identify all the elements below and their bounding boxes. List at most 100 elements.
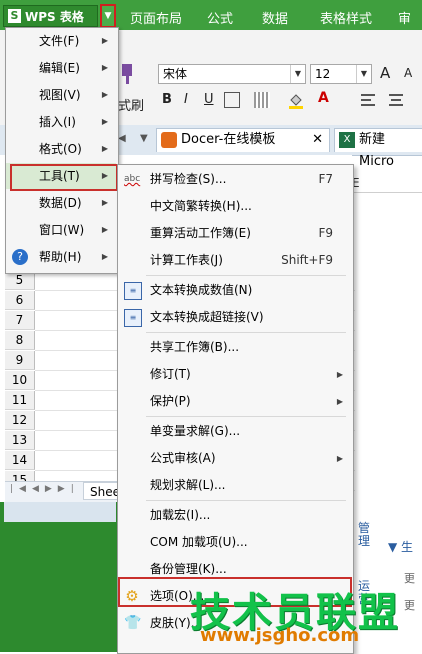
main-menu-item[interactable]: 编辑(E) ▶ xyxy=(6,55,116,81)
tools-menu-item-label: 共享工作簿(B)... xyxy=(150,340,240,354)
tab-page-layout[interactable]: 页面布局 xyxy=(130,8,182,27)
tools-menu-item[interactable]: 单变量求解(G)... xyxy=(118,418,351,445)
tools-menu-item-label: 计算工作表(J) xyxy=(150,253,223,267)
row-header[interactable]: 10 xyxy=(5,371,35,390)
close-icon[interactable]: ✕ xyxy=(312,129,323,151)
tools-menu-item-label: 文本转换成超链接(V) xyxy=(150,310,264,324)
row-header[interactable]: 9 xyxy=(5,351,35,370)
tools-menu-item[interactable]: 规划求解(L)... xyxy=(118,472,351,499)
tools-menu-item[interactable]: ≡ 文本转换成超链接(V) xyxy=(118,304,351,331)
main-menu-item-label: 视图(V) xyxy=(39,88,81,102)
shortcut-label: Shift+F9 xyxy=(281,253,333,267)
tools-menu-item-label: 修订(T) xyxy=(150,367,191,381)
tools-menu-item[interactable]: 中文简繁转换(H)... xyxy=(118,193,351,220)
align-center-icon[interactable] xyxy=(388,92,406,108)
help-icon: ? xyxy=(12,249,28,265)
doc-tab-new-workbook[interactable]: X 新建 Micro xyxy=(334,128,422,169)
grid-divider xyxy=(352,192,422,193)
tab-scroll-left-icon[interactable]: ◀ xyxy=(118,133,126,144)
format-painter-label[interactable]: 式刷 xyxy=(118,95,144,114)
chevron-down-icon: ▼ xyxy=(356,65,371,83)
watermark-url: www.jsgho.com xyxy=(200,625,360,646)
wps-app-menu-button[interactable]: S WPS 表格 xyxy=(3,5,98,27)
submenu-arrow-icon: ▶ xyxy=(101,198,108,207)
font-color-icon[interactable]: A xyxy=(318,90,329,106)
row-header[interactable]: 12 xyxy=(5,411,35,430)
shortcut-label: F9 xyxy=(318,226,333,240)
main-menu-item-label: 文件(F) xyxy=(39,34,80,48)
align-left-icon[interactable] xyxy=(360,92,378,108)
tools-menu-item-label: 拼写检查(S)... xyxy=(150,172,227,186)
row-header[interactable]: 8 xyxy=(5,331,35,350)
doc-tab-docer[interactable]: Docer-在线模板 ✕ xyxy=(156,128,330,152)
app-menu-dropdown-button[interactable]: ▼ xyxy=(100,4,116,28)
tools-menu-item[interactable]: 修订(T) ▶ xyxy=(118,361,351,388)
row-header[interactable]: 11 xyxy=(5,391,35,410)
tools-menu-item[interactable]: 共享工作簿(B)... xyxy=(118,334,351,361)
submenu-arrow-icon: ▶ xyxy=(336,370,343,379)
main-menu-item[interactable]: 视图(V) ▶ xyxy=(6,82,116,108)
task-pane-item-2[interactable]: 更 xyxy=(404,570,415,586)
font-size-select[interactable]: 12 ▼ xyxy=(310,64,372,84)
cell-style-icon[interactable] xyxy=(254,92,270,108)
window-icon xyxy=(12,222,28,238)
main-menu-item[interactable]: 格式(O) ▶ xyxy=(6,136,116,162)
insert-icon xyxy=(12,114,28,130)
tab-table-style[interactable]: 表格样式 xyxy=(320,8,372,27)
tab-data[interactable]: 数据 xyxy=(262,8,288,27)
main-menu-item[interactable]: 插入(I) ▶ xyxy=(6,109,116,135)
grow-font-button[interactable]: A xyxy=(380,64,390,82)
menu-separator xyxy=(146,332,346,333)
main-menu-item[interactable]: 窗口(W) ▶ xyxy=(6,217,116,243)
tools-menu-item-label: 规划求解(L)... xyxy=(150,478,226,492)
docer-icon xyxy=(161,132,177,148)
file-icon xyxy=(12,33,28,49)
main-menu-item[interactable]: 数据(D) ▶ xyxy=(6,190,116,216)
menu-separator xyxy=(146,275,346,276)
submenu-arrow-icon: ▶ xyxy=(101,144,108,153)
sheet-nav-arrows-icon[interactable]: |◀◀▶▶| xyxy=(10,484,80,494)
main-menu-item[interactable]: 文件(F) ▶ xyxy=(6,28,116,54)
submenu-arrow-icon: ▶ xyxy=(101,117,108,126)
tools-menu-item[interactable]: 重算活动工作簿(E) F9 xyxy=(118,220,351,247)
task-pane-item-1[interactable]: ▼ 生 xyxy=(388,538,413,555)
tools-menu-item-label: 公式审核(A) xyxy=(150,451,216,465)
format-painter-icon[interactable] xyxy=(118,62,138,86)
submenu-arrow-icon: ▶ xyxy=(101,252,108,261)
green-frame xyxy=(0,502,118,652)
task-pane-label-manage[interactable]: 管理 xyxy=(358,522,370,548)
main-menu-item-label: 数据(D) xyxy=(39,196,82,210)
tools-menu-item[interactable]: 公式审核(A) ▶ xyxy=(118,445,351,472)
tools-menu-item[interactable]: abc 拼写检查(S)... F7 xyxy=(118,166,351,193)
borders-icon[interactable] xyxy=(224,92,240,108)
main-menu-item[interactable]: ? 帮助(H) ▶ xyxy=(6,244,116,270)
row-header[interactable]: 14 xyxy=(5,451,35,470)
tab-formulas[interactable]: 公式 xyxy=(207,8,233,27)
task-pane-item-3[interactable]: 更 xyxy=(404,597,415,613)
bold-button[interactable]: B xyxy=(162,92,172,107)
tools-menu-item-label: 单变量求解(G)... xyxy=(150,424,241,438)
excel-icon: X xyxy=(339,132,355,148)
main-menu-item-label: 编辑(E) xyxy=(39,61,80,75)
italic-button[interactable]: I xyxy=(184,92,188,107)
underline-button[interactable]: U xyxy=(204,92,214,107)
row-header[interactable]: 13 xyxy=(5,431,35,450)
row-header[interactable]: 7 xyxy=(5,311,35,330)
fill-color-icon[interactable] xyxy=(288,92,304,109)
tools-menu-item-label: 重算活动工作簿(E) xyxy=(150,226,251,240)
tools-menu-item[interactable]: 保护(P) ▶ xyxy=(118,388,351,415)
tab-scroll-dropdown-icon[interactable]: ▼ xyxy=(140,133,148,144)
submenu-arrow-icon: ▶ xyxy=(101,36,108,45)
tools-menu-item[interactable]: 计算工作表(J) Shift+F9 xyxy=(118,247,351,274)
shrink-font-button[interactable]: A xyxy=(404,66,412,80)
tools-menu-item[interactable]: COM 加载项(U)... xyxy=(118,529,351,556)
chevron-down-icon: ▼ xyxy=(290,65,305,83)
view-icon xyxy=(12,87,28,103)
main-menu-item-label: 窗口(W) xyxy=(39,223,85,237)
tools-menu-item-label: 中文简繁转换(H)... xyxy=(150,199,252,213)
tools-menu-item[interactable]: 加载宏(I)... xyxy=(118,502,351,529)
row-header[interactable]: 6 xyxy=(5,291,35,310)
font-name-select[interactable]: 宋体 ▼ xyxy=(158,64,306,84)
tools-menu-item[interactable]: ≡ 文本转换成数值(N) xyxy=(118,277,351,304)
submenu-arrow-icon: ▶ xyxy=(336,397,343,406)
